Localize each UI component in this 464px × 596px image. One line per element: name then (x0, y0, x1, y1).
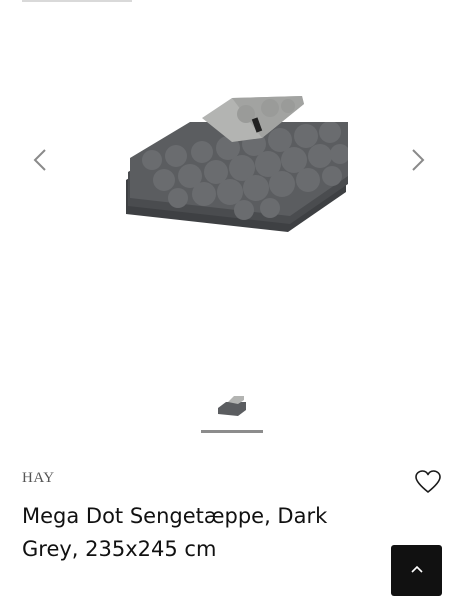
thumbnail-active-indicator (201, 430, 263, 433)
thumbnail-strip (0, 386, 464, 436)
thumbnail-image[interactable] (214, 390, 250, 420)
product-image[interactable] (112, 84, 360, 244)
heart-icon (415, 470, 441, 493)
gallery-next-button[interactable] (404, 146, 432, 174)
product-title: Mega Dot Sengetæppe, Dark Grey, 235x245 … (22, 504, 328, 561)
product-info: HAY Mega Dot Sengetæppe, Dark Grey, 235x… (22, 466, 442, 566)
product-brand[interactable]: HAY (22, 466, 442, 490)
wishlist-button[interactable] (412, 466, 444, 498)
chevron-left-icon (33, 149, 46, 171)
product-gallery (0, 0, 464, 380)
scroll-to-top-button[interactable] (391, 545, 442, 596)
gallery-prev-button[interactable] (26, 146, 54, 174)
chevron-right-icon (412, 149, 425, 171)
chevron-up-icon (410, 565, 423, 573)
